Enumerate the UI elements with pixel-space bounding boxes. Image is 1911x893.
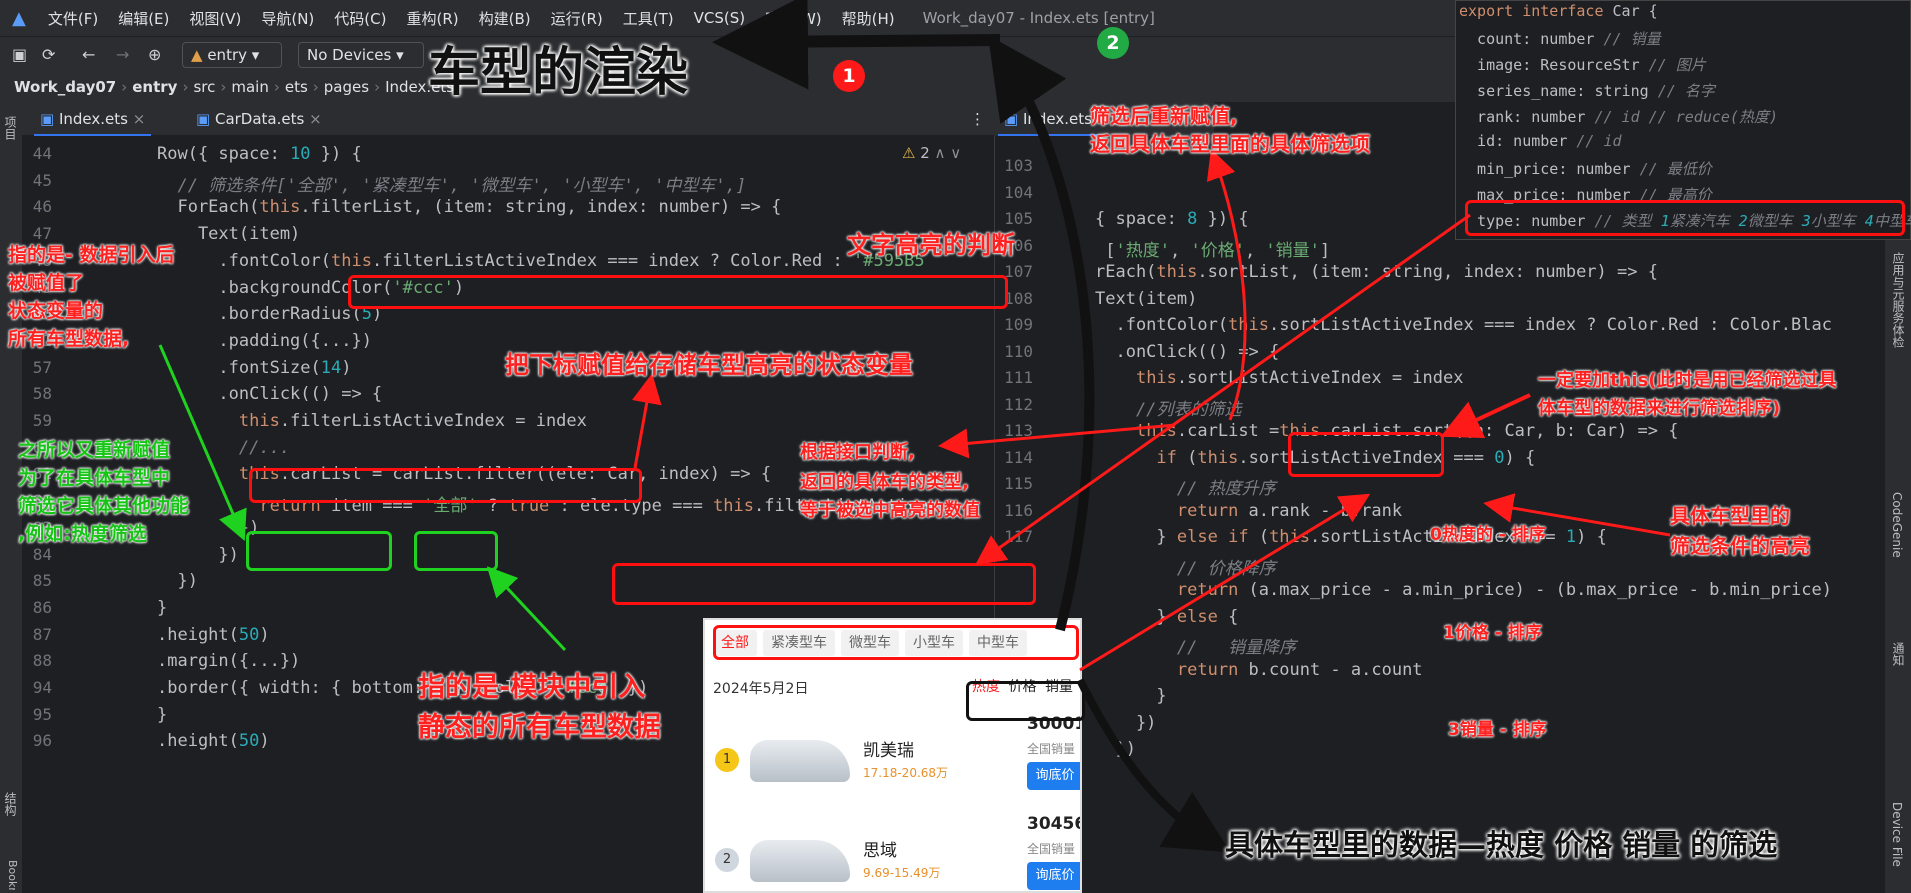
- annotation-static-2: 静态的所有车型数据: [418, 712, 661, 743]
- annotation-specific-2: 筛选条件的高亮: [1670, 534, 1810, 558]
- annotation-data-ref-3: 状态变量的: [8, 300, 104, 322]
- annotation-why-2: 为了在具体车型中: [18, 467, 171, 489]
- annotation-reassign-1: 筛选后重新赋值,: [1090, 104, 1238, 128]
- annotation-must-this-2: 体车型的数据来进行筛选排序): [1538, 398, 1781, 419]
- annotation-specific-1: 具体车型里的: [1670, 504, 1790, 528]
- annotation-data-ref-2: 被赋值了: [8, 272, 85, 294]
- annotation-why-4: ,例如:热度筛选: [18, 523, 147, 545]
- annotation-static-1: 指的是-模块中引入: [418, 672, 646, 703]
- annotation-api-3: 等于被选中高亮的数值: [800, 500, 980, 521]
- annotation-bottom-caption: 具体车型里的数据—热度 价格 销量 的筛选: [1225, 828, 1778, 862]
- annotation-api-1: 根据接口判断,: [800, 442, 915, 463]
- annotation-why-3: 筛选它具体其他功能: [18, 495, 190, 517]
- annotation-why-1: 之所以又重新赋值: [18, 439, 171, 461]
- annotation-sort-3: 3销量 - 排序: [1448, 720, 1547, 740]
- annotation-sort-0: 0热度的 - 排序: [1430, 525, 1546, 545]
- annotation-sort-1: 1价格 - 排序: [1443, 623, 1542, 643]
- annotation-reassign-2: 返回具体车型里面的具体筛选项: [1090, 132, 1370, 156]
- annotation-arrows: [158, 0, 1671, 853]
- annotation-data-ref-1: 指的是- 数据引入后: [8, 244, 175, 266]
- annotation-data-ref-4: 所有车型数据,: [8, 328, 130, 350]
- annotation-must-this-1: 一定要加this(此时是用已经筛选过具: [1538, 370, 1837, 391]
- step-badge-1: 1: [833, 60, 865, 92]
- annotation-title: 车型的渲染: [428, 43, 689, 103]
- annotation-text-highlight: 文字高亮的判断: [847, 231, 1015, 259]
- annotation-index-assign: 把下标赋值给存储车型高亮的状态变量: [505, 351, 913, 379]
- annotation-api-2: 返回的具体车的类型,: [800, 472, 969, 493]
- step-badge-2: 2: [1097, 27, 1129, 59]
